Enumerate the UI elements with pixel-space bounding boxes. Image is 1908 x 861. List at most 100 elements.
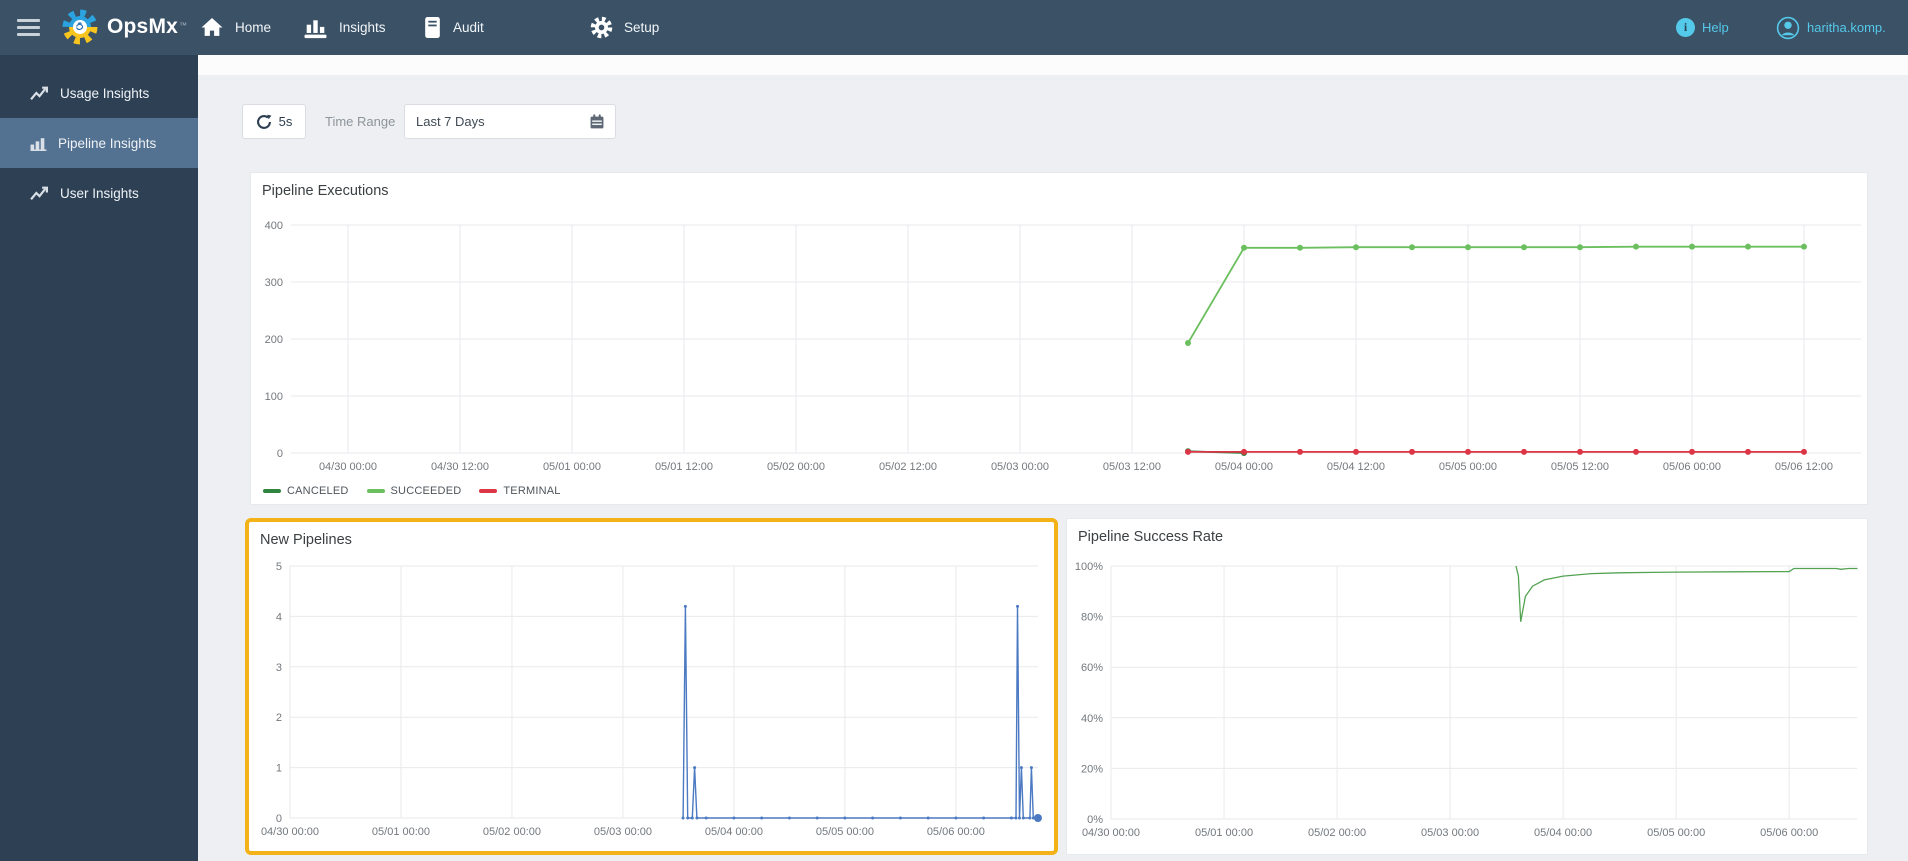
- svg-text:200: 200: [265, 334, 283, 346]
- svg-text:80%: 80%: [1081, 612, 1103, 624]
- svg-text:04/30 12:00: 04/30 12:00: [431, 461, 489, 473]
- svg-text:04/30 00:00: 04/30 00:00: [261, 826, 319, 838]
- brand-trademark: ™: [179, 20, 188, 30]
- svg-text:05/03 00:00: 05/03 00:00: [594, 826, 652, 838]
- sidebar-item-label: Usage Insights: [60, 85, 150, 101]
- svg-text:40%: 40%: [1081, 713, 1103, 725]
- home-icon: [201, 18, 223, 36]
- svg-text:05/02 12:00: 05/02 12:00: [879, 461, 937, 473]
- new-pipelines-chart: 0 1 2 3 4 5 04/30 00:00 05/01 00:00 05/02 00:00 0…: [261, 561, 1042, 838]
- nav-audit[interactable]: Audit: [423, 0, 484, 55]
- user-insights-icon: [30, 186, 48, 200]
- svg-text:05/01 00:00: 05/01 00:00: [543, 461, 601, 473]
- svg-text:05/03 00:00: 05/03 00:00: [1421, 827, 1479, 839]
- opsmx-gear-logo-icon: [62, 9, 98, 45]
- nav-audit-label: Audit: [453, 20, 484, 35]
- svg-text:05/06 00:00: 05/06 00:00: [1760, 827, 1818, 839]
- time-range-select[interactable]: Last 7 Days: [404, 104, 616, 139]
- svg-text:400: 400: [265, 220, 283, 232]
- help-label: Help: [1702, 20, 1729, 35]
- svg-text:05/04 00:00: 05/04 00:00: [705, 826, 763, 838]
- svg-text:0%: 0%: [1087, 814, 1103, 826]
- refresh-interval-button[interactable]: 5s: [242, 104, 306, 139]
- svg-text:05/04 00:00: 05/04 00:00: [1534, 827, 1592, 839]
- top-navbar: OpsMx™ Home Insights Audit Setup i Help …: [0, 0, 1908, 55]
- svg-text:0: 0: [276, 813, 282, 825]
- svg-text:05/06 12:00: 05/06 12:00: [1775, 461, 1833, 473]
- svg-text:05/06 00:00: 05/06 00:00: [927, 826, 985, 838]
- brand-name: OpsMx: [107, 15, 179, 38]
- pipeline-success-rate-chart: 0% 20% 40% 60% 80% 100% 04/30 00:00 05/01 00:00…: [1075, 561, 1858, 839]
- hamburger-menu-icon[interactable]: [17, 19, 40, 36]
- svg-text:05/04 12:00: 05/04 12:00: [1327, 461, 1385, 473]
- nav-insights-label: Insights: [339, 20, 386, 35]
- svg-text:05/04 00:00: 05/04 00:00: [1215, 461, 1273, 473]
- insights-icon: [304, 19, 327, 38]
- pipeline-insights-icon: [30, 137, 47, 151]
- svg-text:0: 0: [277, 448, 283, 460]
- refresh-icon: [256, 114, 272, 129]
- nav-home-label: Home: [235, 20, 272, 35]
- content-top-strip: [198, 55, 1908, 75]
- svg-text:05/01 00:00: 05/01 00:00: [1195, 827, 1253, 839]
- svg-text:05/06 00:00: 05/06 00:00: [1663, 461, 1721, 473]
- svg-text:04/30 00:00: 04/30 00:00: [319, 461, 377, 473]
- legend-label: SUCCEEDED: [390, 485, 462, 497]
- svg-text:05/05 00:00: 05/05 00:00: [1439, 461, 1497, 473]
- legend: CANCELED SUCCEEDED TERMINAL: [263, 485, 561, 497]
- nav-home[interactable]: Home: [200, 0, 271, 55]
- legend-label: CANCELED: [287, 485, 349, 497]
- legend-item-canceled[interactable]: CANCELED: [263, 485, 349, 497]
- opsmx-logo[interactable]: OpsMx™: [60, 7, 187, 47]
- svg-text:05/01 00:00: 05/01 00:00: [372, 826, 430, 838]
- usage-insights-icon: [30, 86, 48, 100]
- info-icon: [1676, 18, 1695, 37]
- user-avatar-icon: [1776, 16, 1800, 39]
- svg-text:05/05 00:00: 05/05 00:00: [1647, 827, 1705, 839]
- legend-swatch: [366, 489, 385, 493]
- svg-text:05/05 00:00: 05/05 00:00: [816, 826, 874, 838]
- sidebar-item-usage-insights[interactable]: Usage Insights: [0, 68, 198, 118]
- nav-setup[interactable]: Setup: [590, 0, 659, 55]
- svg-text:05/03 00:00: 05/03 00:00: [991, 461, 1049, 473]
- svg-text:20%: 20%: [1081, 763, 1103, 775]
- new-pipelines-card-highlighted: New Pipelines 0 1 2 3 4 5 04/30 00:00 05/01 00:…: [245, 518, 1058, 855]
- svg-text:05/02 00:00: 05/02 00:00: [767, 461, 825, 473]
- legend-swatch: [479, 489, 498, 493]
- svg-text:2: 2: [276, 712, 282, 724]
- user-menu[interactable]: haritha.komp.: [1776, 0, 1886, 55]
- svg-text:4: 4: [276, 611, 282, 623]
- legend-label: TERMINAL: [503, 485, 561, 497]
- svg-text:5: 5: [276, 561, 282, 573]
- svg-text:1: 1: [276, 763, 282, 775]
- legend-item-terminal[interactable]: TERMINAL: [479, 485, 560, 497]
- time-range-label: Time Range: [325, 114, 396, 129]
- svg-text:100%: 100%: [1075, 561, 1103, 573]
- audit-icon: [425, 17, 440, 38]
- sidebar-item-label: Pipeline Insights: [58, 135, 157, 151]
- svg-text:60%: 60%: [1081, 662, 1103, 674]
- svg-text:3: 3: [276, 662, 282, 674]
- legend-item-succeeded[interactable]: SUCCEEDED: [366, 485, 462, 497]
- time-range-value: Last 7 Days: [416, 114, 485, 129]
- legend-swatch: [263, 489, 281, 493]
- calendar-icon: [590, 114, 604, 129]
- nav-insights[interactable]: Insights: [303, 0, 386, 55]
- refresh-interval-value: 5s: [278, 114, 293, 129]
- sidebar-item-label: User Insights: [60, 185, 139, 201]
- svg-text:05/02 00:00: 05/02 00:00: [483, 826, 541, 838]
- sidebar: Usage Insights Pipeline Insights User In…: [0, 55, 198, 861]
- pipeline-success-rate-card: Pipeline Success Rate 0% 20% 40% 60% 80% 100%…: [1066, 518, 1868, 855]
- nav-setup-label: Setup: [624, 20, 660, 35]
- setup-icon: [590, 16, 613, 39]
- sidebar-item-pipeline-insights[interactable]: Pipeline Insights: [0, 118, 198, 168]
- help-link[interactable]: Help: [1676, 0, 1729, 55]
- pipeline-executions-chart: 0 100 200 300 400 04/30 00:00 04/30 12:00 05/01…: [265, 220, 1861, 473]
- svg-text:05/03 12:00: 05/03 12:00: [1103, 461, 1161, 473]
- svg-text:05/01 12:00: 05/01 12:00: [655, 461, 713, 473]
- svg-text:05/02 00:00: 05/02 00:00: [1308, 827, 1366, 839]
- svg-text:04/30 00:00: 04/30 00:00: [1082, 827, 1140, 839]
- main-content: 5s Time Range Last 7 Days Pipeline Execu…: [198, 55, 1908, 861]
- sidebar-item-user-insights[interactable]: User Insights: [0, 168, 198, 218]
- svg-text:300: 300: [265, 277, 283, 289]
